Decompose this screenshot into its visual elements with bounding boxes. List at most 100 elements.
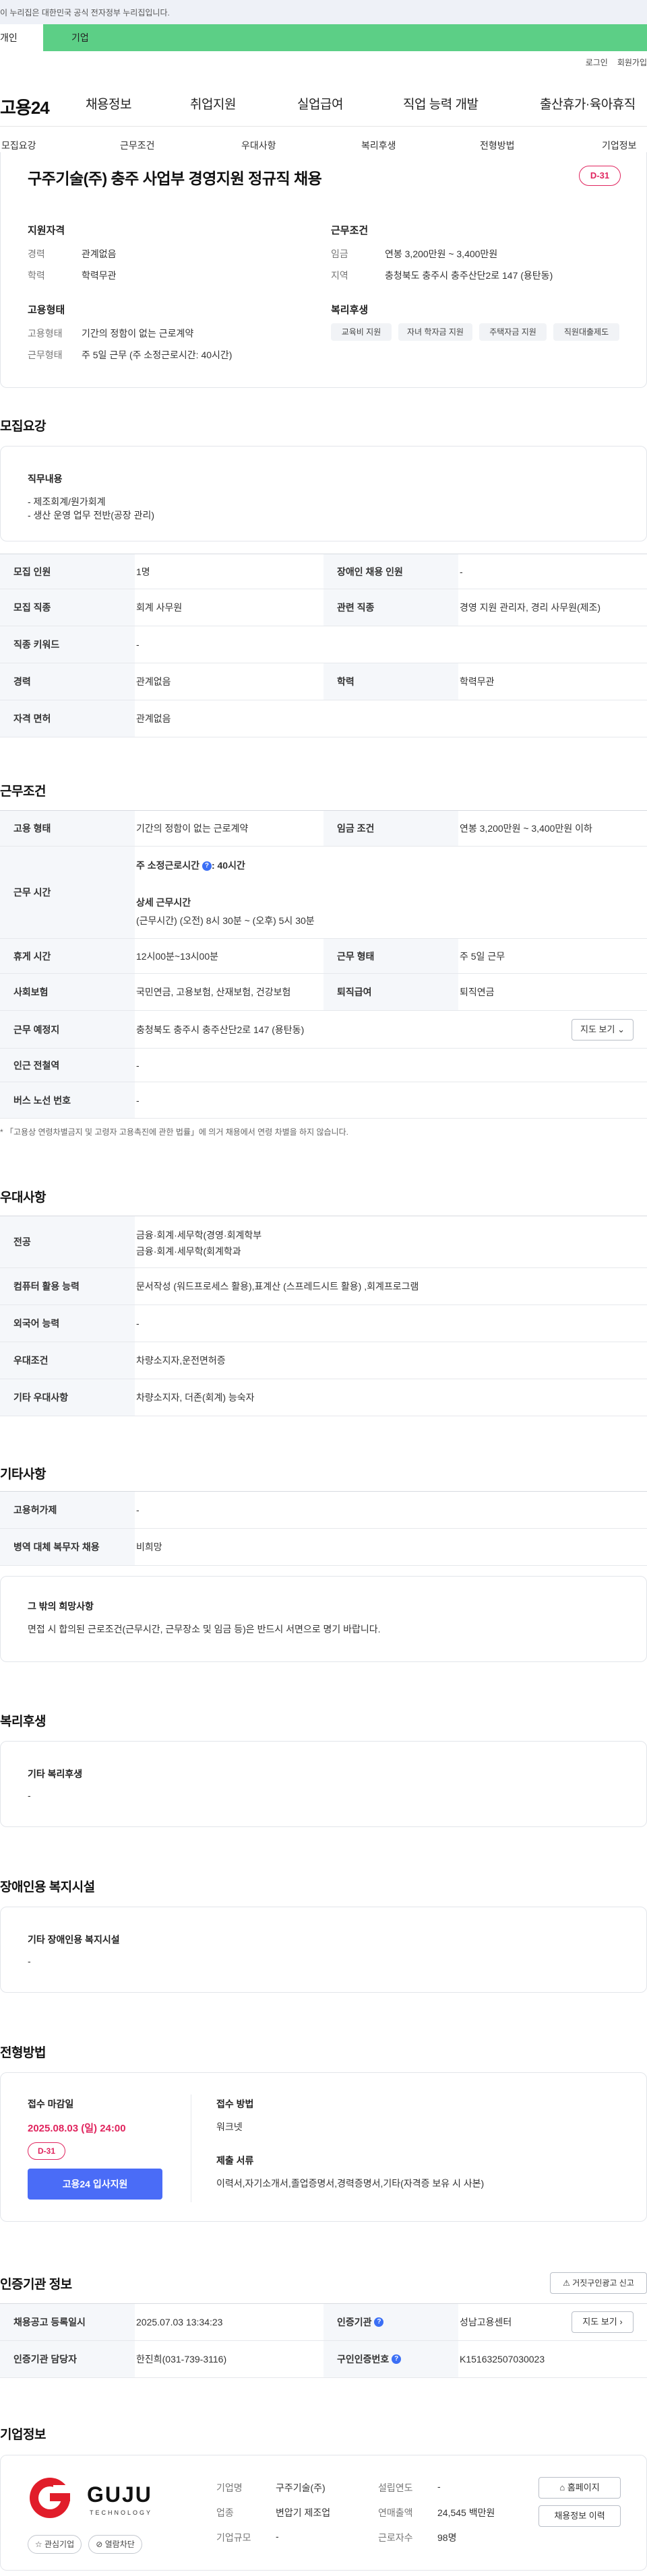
recruit-heading: 모집요강 [0, 420, 46, 434]
disabled-heading: 장애인용 복지시설 [0, 1880, 95, 1894]
homepage-button[interactable]: ⌂ 홈페이지 [538, 2477, 621, 2499]
table-cell: 퇴직연금 [460, 987, 495, 997]
table-cell: 12시00분~13시00분 [136, 950, 218, 962]
welfare-chip: 교육비 지원 [331, 323, 392, 341]
duty-title: 직무내용 [28, 473, 63, 484]
table-cell: 주 5일 근무 [460, 950, 505, 962]
disabled-box-text: - [28, 1956, 31, 1967]
user-type-tabs: 개인 기업 [0, 24, 647, 51]
company-value: 구주기술(주) [276, 2482, 326, 2493]
info-icon[interactable]: ? [392, 2354, 402, 2364]
table-header: 근무 시간 [0, 847, 135, 938]
apply-button[interactable]: 고용24 입사지원 [28, 2169, 162, 2200]
info-icon[interactable]: ? [202, 861, 212, 871]
siren-icon: ⚠ [563, 2278, 570, 2288]
map-button[interactable]: 지도 보기 › [572, 2311, 634, 2333]
util-links: 로그인 회원가입 [576, 57, 647, 68]
table-row: 병역 대체 복무자 채용 비희망 [0, 1529, 647, 1566]
work-table: 고용 형태 기간의 정함이 없는 근로계약 임금 조건 연봉 3,200만원 ~… [0, 810, 647, 1119]
company-logo-sub: TECHNOLOGY [90, 2509, 153, 2516]
emp-value: 기간의 정함이 없는 근로계약 [82, 328, 194, 339]
job-title: 구주기술(주) 충주 사업부 경영지원 정규직 채용 [28, 170, 322, 187]
table-cell: 학력무관 [460, 676, 495, 687]
table-header: 구인인증번호 ? [324, 2341, 458, 2377]
table-row: 근무 시간 주 소정근로시간 ?: 40시간 상세 근무시간 (근무시간) (오… [0, 847, 647, 939]
cond-value: 연봉 3,200만원 ~ 3,400만원 [385, 249, 498, 259]
emp-label: 고용형태 [28, 328, 63, 339]
cond-value: 충청북도 충주시 충주산단2로 147 (용탄동) [385, 270, 553, 281]
etc-box-title: 그 밖의 희망사항 [28, 1601, 94, 1612]
table-header: 장애인 채용 인원 [324, 554, 458, 589]
note-mark: * [0, 1127, 6, 1137]
table-cell: 2025.07.03 13:34:23 [136, 2317, 223, 2327]
welfare-chip: 자녀 학자금 지원 [398, 323, 472, 341]
table-header: 우대조건 [0, 1342, 135, 1379]
table-row: 인증기관 담당자 한진희(031-739-3116) 구인인증번호 ? K151… [0, 2341, 647, 2378]
gnb-unemployment[interactable]: 실업급여 [297, 94, 343, 112]
table-cell: - [136, 639, 140, 650]
company-label: 설립연도 [378, 2482, 413, 2493]
table-cell: 연봉 3,200만원 ~ 3,400만원 이하 [460, 823, 592, 834]
table-header: 전공 [0, 1216, 135, 1267]
block-view-button[interactable]: ⊘ 열람차단 [88, 2535, 142, 2554]
company-value: 98명 [437, 2532, 457, 2543]
cond-title: 근무조건 [331, 225, 369, 236]
table-cell: 관계없음 [136, 676, 171, 687]
login-link[interactable]: 로그인 [586, 58, 608, 67]
site-logo[interactable]: 고용24 [0, 94, 50, 119]
tab-personal[interactable]: 개인 [0, 24, 43, 51]
subnav-process[interactable]: 전형방법 [480, 139, 515, 152]
report-button[interactable]: ⚠ 거짓구인광고 신고 [550, 2272, 647, 2294]
cert-table: 채용공고 등록일시 2025.07.03 13:34:23 인증기관 ? 성남고… [0, 2303, 647, 2378]
tab-company[interactable]: 기업 [43, 24, 647, 51]
gnb-parental-leave[interactable]: 출산휴가·육아휴직 [540, 94, 636, 112]
table-header: 인증기관 ? [324, 2304, 458, 2340]
table-header: 버스 노선 번호 [0, 1082, 135, 1118]
gov-banner: 이 누리집은 대한민국 공식 전자정부 누리집입니다. [0, 0, 647, 24]
recruit-table: 모집 인원 1명 장애인 채용 인원 - 모집 직종 회계 사무원 관련 직종 … [0, 554, 647, 737]
table-header: 인증기관 담당자 [0, 2341, 135, 2377]
subnav-welfare[interactable]: 복리후생 [361, 139, 396, 152]
table-cell: K151632507030023 [460, 2354, 545, 2365]
table-cell: 문서작성 (워드프로세스 활용),표계산 (스프레드시트 활용) ,회계프로그램 [136, 1281, 419, 1292]
emp-title: 고용형태 [28, 304, 65, 316]
etc-heading: 기타사항 [0, 1467, 46, 1482]
subnav-preferences[interactable]: 우대사항 [241, 139, 276, 152]
company-value: - [276, 2531, 279, 2542]
subnav-conditions[interactable]: 근무조건 [120, 139, 155, 152]
job-history-button[interactable]: 채용정보 이력 [538, 2505, 621, 2527]
table-header: 인근 전철역 [0, 1049, 135, 1082]
gnb-training[interactable]: 직업 능력 개발 [403, 94, 479, 112]
pref-table: 전공 금융·회계·세무학(경영·회계학부 금융·회계·세무학(회계학과 컴퓨터 … [0, 1216, 647, 1416]
gnb-jobs[interactable]: 채용정보 [86, 94, 131, 112]
table-header: 기타 우대사항 [0, 1379, 135, 1416]
block-icon: ⊘ [96, 2540, 103, 2549]
table-row: 버스 노선 번호 - [0, 1082, 647, 1119]
table-row: 고용허가제 - [0, 1492, 647, 1529]
hours-detail: (근무시간) (오전) 8시 30분 ~ (오후) 5시 30분 [136, 915, 315, 926]
home-icon: ⌂ [559, 2482, 565, 2492]
favorite-company-button[interactable]: ☆ 관심기업 [28, 2535, 82, 2554]
map-button[interactable]: 지도 보기 ⌄ [572, 1019, 634, 1041]
subnav-recruit[interactable]: 모집요강 [1, 139, 36, 152]
duty-box: 직무내용 - 제조회계/원가회계 - 생산 운영 업무 전반(공장 관리) [0, 446, 647, 541]
docs-title: 제출 서류 [216, 2155, 254, 2166]
table-row: 모집 직종 회계 사무원 관련 직종 경영 지원 관리자, 경리 사무원(제조) [0, 589, 647, 626]
table-row: 기타 우대사항 차량소지자, 더존(회계) 능숙자 [0, 1379, 647, 1416]
table-row: 채용공고 등록일시 2025.07.03 13:34:23 인증기관 ? 성남고… [0, 2304, 647, 2341]
emp-label: 근무형태 [28, 350, 63, 360]
table-header: 고용허가제 [0, 1492, 135, 1528]
info-icon[interactable]: ? [374, 2317, 384, 2327]
table-row: 직종 키워드 - [0, 626, 647, 663]
subnav-company[interactable]: 기업정보 [602, 139, 637, 152]
disabled-box-title: 기타 장애인용 복지시설 [28, 1934, 120, 1945]
deadline-title: 접수 마감일 [28, 2099, 74, 2109]
table-cell: 국민연금, 고용보험, 산재보험, 건강보험 [136, 987, 291, 997]
chevron-down-icon: ⌄ [617, 1024, 625, 1034]
qual-title: 지원자격 [28, 225, 65, 236]
cert-heading: 인증기관 정보 [0, 2278, 72, 2292]
company-card: GUJU TECHNOLOGY ☆ 관심기업 ⊘ 열람차단 기업명 구주기술(주… [0, 2455, 647, 2571]
table-header: 임금 조건 [324, 811, 458, 846]
signup-link[interactable]: 회원가입 [617, 58, 647, 67]
gnb-employment-support[interactable]: 취업지원 [190, 94, 236, 112]
